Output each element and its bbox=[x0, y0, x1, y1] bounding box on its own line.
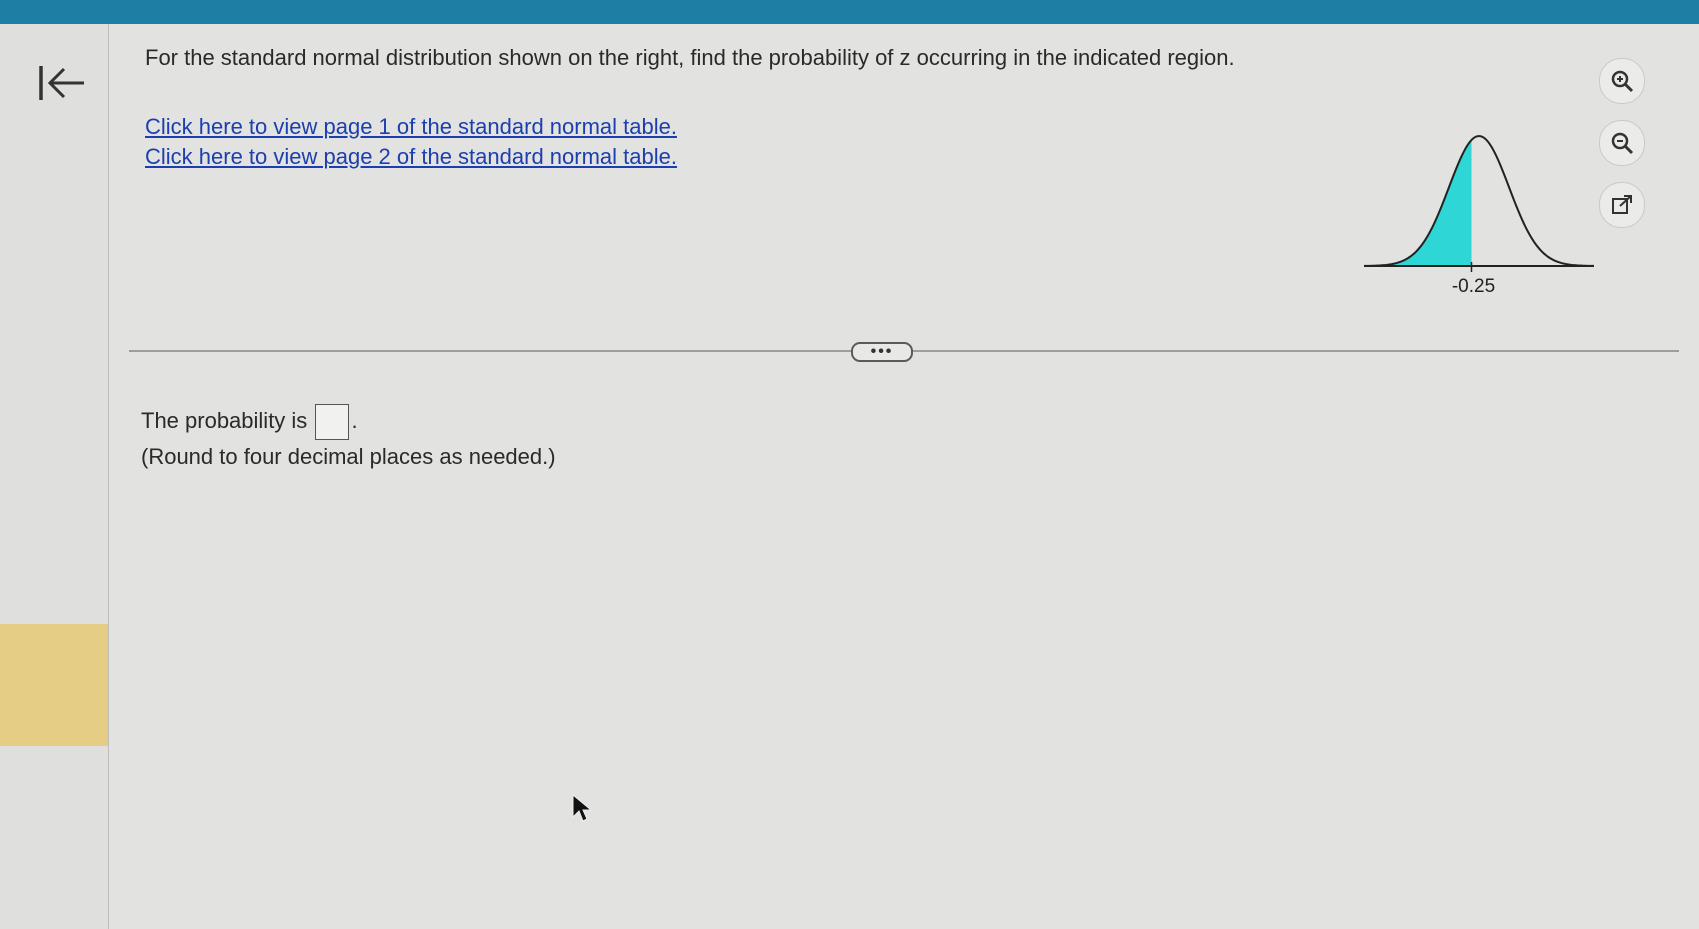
table-page-1-link[interactable]: Click here to view page 1 of the standar… bbox=[145, 112, 677, 142]
expand-more-button[interactable]: ••• bbox=[851, 342, 913, 362]
sidebar-highlight bbox=[0, 624, 108, 746]
answer-line: The probability is . bbox=[141, 404, 556, 441]
pop-out-icon[interactable] bbox=[1599, 182, 1645, 228]
mouse-pointer-icon bbox=[571, 793, 593, 828]
zoom-in-icon[interactable] bbox=[1599, 58, 1645, 104]
normal-curve-figure: -0.25 bbox=[1363, 114, 1595, 314]
zoom-out-icon[interactable] bbox=[1599, 120, 1645, 166]
z-value-label: -0.25 bbox=[1452, 276, 1495, 297]
answer-section: The probability is . (Round to four deci… bbox=[141, 404, 556, 474]
bell-curve bbox=[1363, 135, 1595, 267]
question-text: For the standard normal distribution sho… bbox=[145, 45, 1235, 70]
back-to-start-icon[interactable] bbox=[36, 58, 90, 108]
top-bar bbox=[0, 0, 1699, 24]
table-page-2-link[interactable]: Click here to view page 2 of the standar… bbox=[145, 142, 677, 172]
answer-prefix: The probability is bbox=[141, 408, 308, 433]
shaded-region bbox=[1364, 140, 1472, 266]
probability-input[interactable] bbox=[315, 404, 350, 441]
answer-suffix: . bbox=[351, 408, 358, 433]
table-links: Click here to view page 1 of the standar… bbox=[145, 112, 677, 172]
rounding-hint: (Round to four decimal places as needed.… bbox=[141, 444, 556, 470]
sidebar bbox=[0, 24, 109, 929]
main-panel: For the standard normal distribution sho… bbox=[109, 24, 1699, 929]
